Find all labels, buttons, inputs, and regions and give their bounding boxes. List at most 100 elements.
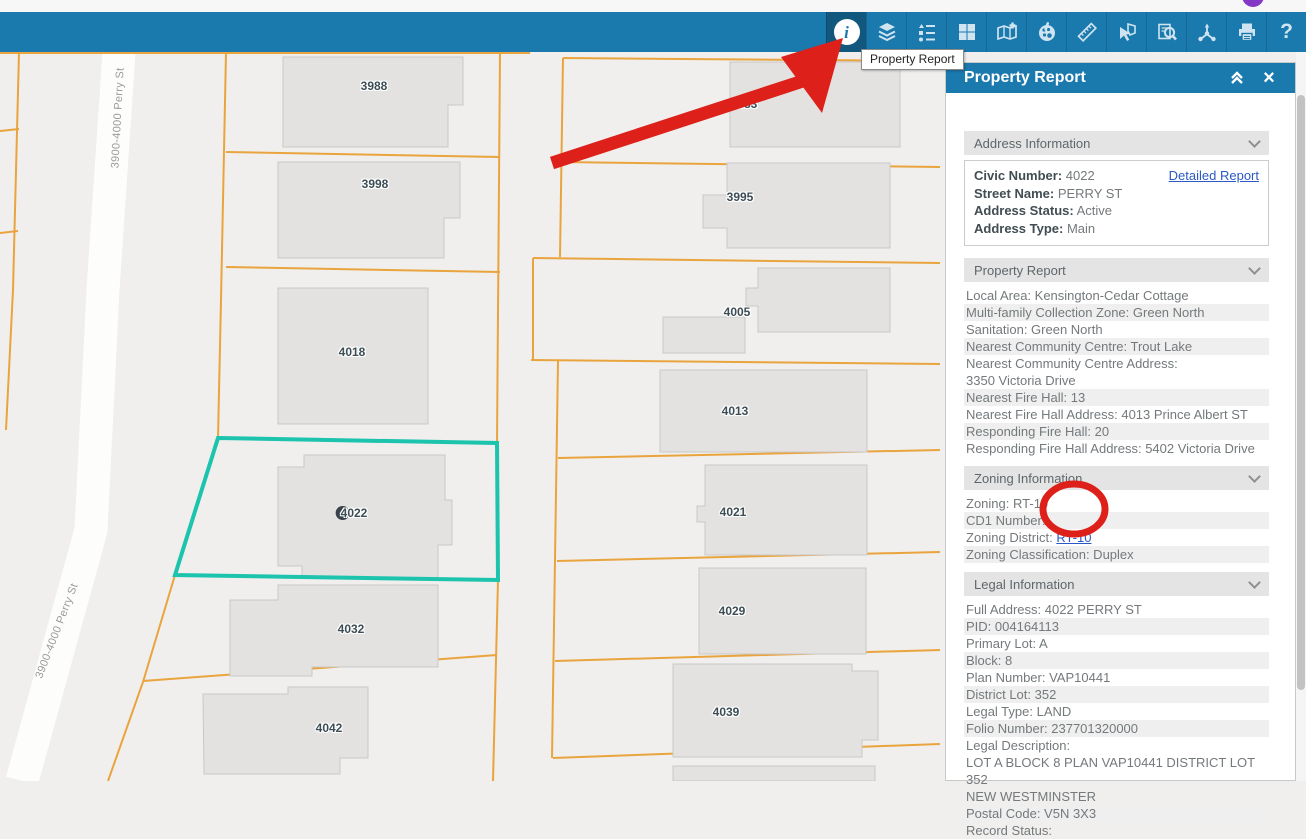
grid-icon <box>956 21 978 43</box>
section-header-property-report[interactable]: Property Report <box>964 258 1269 282</box>
field-value: RT-10 <box>1009 496 1048 511</box>
field-label: Full Address: <box>966 602 1041 617</box>
field-label: Local Area: <box>966 288 1031 303</box>
section-rows: Full Address: 4022 PERRY STPID: 00416411… <box>964 601 1269 839</box>
section-header-legal-information[interactable]: Legal Information <box>964 572 1269 596</box>
field-label: Multi-family Collection Zone: <box>966 305 1129 320</box>
select-cursor-icon <box>1116 21 1138 43</box>
layout-button[interactable] <box>946 12 986 52</box>
building-footprints <box>203 57 900 781</box>
field-label: Nearest Fire Hall Address: <box>966 407 1118 422</box>
field-value: 4013 Prince Albert ST <box>1118 407 1248 422</box>
collapse-panel-button[interactable] <box>1225 68 1249 88</box>
layers-button[interactable] <box>866 12 906 52</box>
report-row: Address Type: Main <box>974 220 1259 238</box>
help-button[interactable]: ? <box>1266 12 1306 52</box>
report-row: Local Area: Kensington-Cedar Cottage <box>964 287 1269 304</box>
parcel-label-4032: 4032 <box>338 622 365 636</box>
select-button[interactable] <box>1106 12 1146 52</box>
double-chevron-up-icon <box>1228 70 1246 86</box>
section-title: Zoning Information <box>974 471 1082 486</box>
field-value: Kensington-Cedar Cottage <box>1031 288 1189 303</box>
field-value-line: 3350 Victoria Drive <box>966 372 1269 389</box>
field-label: Primary Lot: <box>966 636 1036 651</box>
report-row: Folio Number: 237701320000 <box>964 720 1269 737</box>
report-row: Legal Description:LOT A BLOCK 8 PLAN VAP… <box>964 737 1269 805</box>
info-icon: i <box>834 19 860 45</box>
field-label: Sanitation: <box>966 322 1027 337</box>
basemap-button[interactable] <box>986 12 1026 52</box>
report-row: Plan Number: VAP10441 <box>964 669 1269 686</box>
field-value: A <box>1036 636 1048 651</box>
report-row: Multi-family Collection Zone: Green Nort… <box>964 304 1269 321</box>
report-row: Nearest Fire Hall Address: 4013 Prince A… <box>964 406 1269 423</box>
help-icon: ? <box>1280 20 1293 44</box>
account-avatar[interactable] <box>1242 0 1264 7</box>
field-label: Responding Fire Hall: <box>966 424 1091 439</box>
chevron-down-icon <box>1248 470 1261 483</box>
field-value: 004164113 <box>991 619 1059 634</box>
report-row: Primary Lot: A <box>964 635 1269 652</box>
basemap-icon <box>996 21 1018 43</box>
report-row: Nearest Community Centre Address:3350 Vi… <box>964 355 1269 389</box>
draw-button[interactable] <box>1026 12 1066 52</box>
map-canvas[interactable]: 3988399840184022403240423983399540054013… <box>0 52 945 781</box>
property-report-panel: Property Report × Address Information Det… <box>945 62 1296 781</box>
section-header-zoning-information[interactable]: Zoning Information <box>964 466 1269 490</box>
report-row: Nearest Community Centre: Trout Lake <box>964 338 1269 355</box>
panel-scrollbar-thumb[interactable] <box>1297 95 1305 690</box>
toolbar-tooltip: Property Report <box>861 49 964 70</box>
section-title: Property Report <box>974 263 1066 278</box>
panel-header: Property Report × <box>946 63 1295 93</box>
section-title: Legal Information <box>974 577 1074 592</box>
chevron-down-icon <box>1248 576 1261 589</box>
section-rows: Detailed ReportCivic Number: 4022Street … <box>964 160 1269 246</box>
field-label: Nearest Community Centre Address: <box>966 356 1178 371</box>
map-graphics <box>0 52 945 781</box>
browser-top-strip <box>0 0 1306 12</box>
field-label: Responding Fire Hall Address: <box>966 441 1142 456</box>
search-button[interactable] <box>1146 12 1186 52</box>
field-value: Trout Lake <box>1127 339 1192 354</box>
field-value: 13 <box>1067 390 1085 405</box>
measure-button[interactable] <box>1066 12 1106 52</box>
field-value: PERRY ST <box>1054 186 1122 201</box>
report-row: CD1 Number: <box>964 512 1269 529</box>
report-row: PID: 004164113 <box>964 618 1269 635</box>
parcel-label-4013: 4013 <box>722 404 749 418</box>
report-row: District Lot: 352 <box>964 686 1269 703</box>
report-row: Detailed ReportCivic Number: 4022 <box>974 167 1259 185</box>
field-value-line: LOT A BLOCK 8 PLAN VAP10441 DISTRICT LOT… <box>966 754 1269 788</box>
field-label: Civic Number: <box>974 168 1062 183</box>
field-value: 5402 Victoria Drive <box>1142 441 1255 456</box>
legend-button[interactable] <box>906 12 946 52</box>
field-label: Zoning: <box>966 496 1009 511</box>
parcel-label-3988: 3988 <box>361 79 388 93</box>
parcel-label-4022: 4022 <box>341 506 368 520</box>
field-value-line: NEW WESTMINSTER <box>966 788 1269 805</box>
report-row: Full Address: 4022 PERRY ST <box>964 601 1269 618</box>
parcel-label-4018: 4018 <box>339 345 366 359</box>
field-value: Green North <box>1129 305 1204 320</box>
field-label: Plan Number: <box>966 670 1045 685</box>
share-button[interactable] <box>1186 12 1226 52</box>
section-header-address-information[interactable]: Address Information <box>964 131 1269 155</box>
report-row: Legal Type: LAND <box>964 703 1269 720</box>
field-value: Main <box>1063 221 1095 236</box>
field-label: Legal Description: <box>966 738 1070 753</box>
close-panel-button[interactable]: × <box>1257 68 1281 88</box>
parcel-label-4042: 4042 <box>316 721 343 735</box>
field-value: 20 <box>1091 424 1109 439</box>
chevron-down-icon <box>1248 262 1261 275</box>
report-row: Zoning: RT-10 <box>964 495 1269 512</box>
field-label: Address Status: <box>974 203 1074 218</box>
chevron-down-icon <box>1248 135 1261 148</box>
report-row: Zoning Classification: Duplex <box>964 546 1269 563</box>
property-report-button[interactable]: i <box>826 12 866 52</box>
print-button[interactable] <box>1226 12 1266 52</box>
parcel-label-4005: 4005 <box>724 305 751 319</box>
zoning-district-link[interactable]: RT-10 <box>1056 530 1091 545</box>
field-label: Address Type: <box>974 221 1063 236</box>
field-label: Record Status: <box>966 823 1052 838</box>
detailed-report-link[interactable]: Detailed Report <box>1169 167 1259 185</box>
